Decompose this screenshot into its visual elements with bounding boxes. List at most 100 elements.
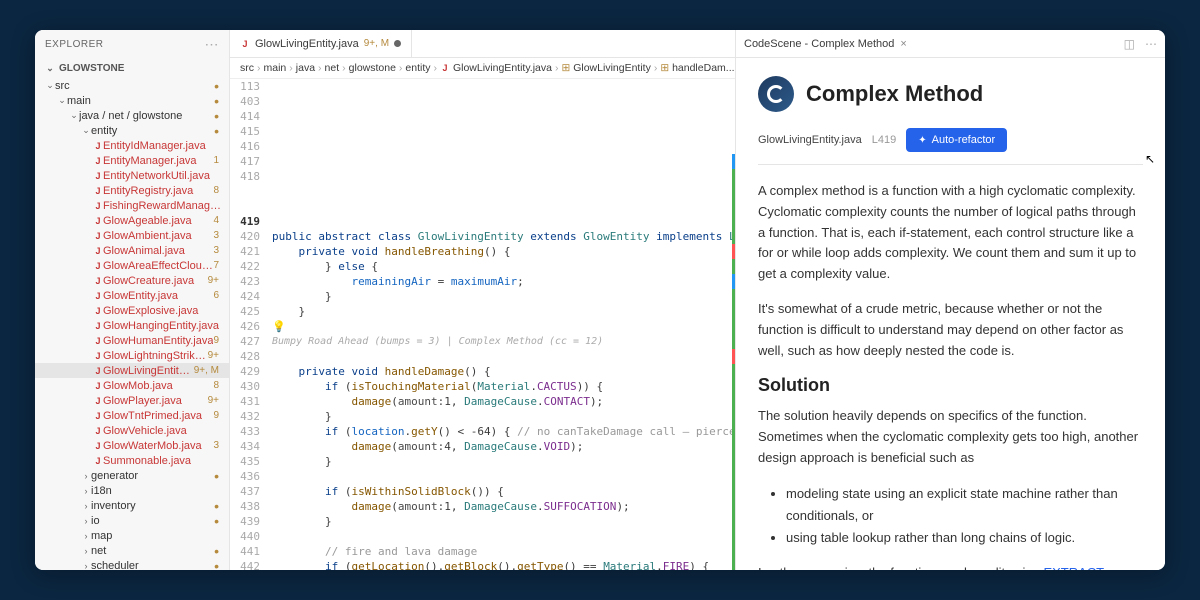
folder-item[interactable]: ›generator• xyxy=(35,468,229,483)
file-item[interactable]: JGlowHangingEntity.java xyxy=(35,318,229,333)
folder-item[interactable]: ⌄entity• xyxy=(35,123,229,138)
file-item[interactable]: JFishingRewardManager.java xyxy=(35,198,229,213)
code-line[interactable]: damage(amount:1, DamageCause.CONTACT); xyxy=(268,394,735,409)
breadcrumb[interactable]: src›main›java›net›glowstone›entity›J Glo… xyxy=(230,58,735,79)
code-line[interactable]: if (location.getY() < -64) { // no canTa… xyxy=(268,424,735,439)
tree-label: GlowExplosive.java xyxy=(103,305,223,317)
code-line[interactable] xyxy=(268,469,735,484)
file-item[interactable]: JGlowHumanEntity.java9 xyxy=(35,333,229,348)
folder-item[interactable]: ›map xyxy=(35,528,229,543)
code-line[interactable]: } xyxy=(268,454,735,469)
change-badge: 3 xyxy=(213,230,223,241)
chevron-icon: › xyxy=(81,531,91,541)
code-line[interactable]: damage(amount:1, DamageCause.SUFFOCATION… xyxy=(268,499,735,514)
tab-suffix: 9+, M xyxy=(364,38,389,49)
code-line[interactable]: 💡 xyxy=(268,319,735,334)
code-line[interactable]: damage(amount:4, DamageCause.VOID); xyxy=(268,439,735,454)
folder-item[interactable]: ›net• xyxy=(35,543,229,558)
auto-refactor-button[interactable]: ✦ Auto-refactor xyxy=(906,128,1007,152)
file-item[interactable]: JSummonable.java xyxy=(35,453,229,468)
tree-label: java / net / glowstone xyxy=(79,110,214,122)
sparkle-icon: ✦ xyxy=(918,135,926,146)
change-badge: 9 xyxy=(213,335,223,346)
panel-tab[interactable]: CodeScene - Complex Method × xyxy=(744,38,907,50)
file-item[interactable]: JGlowMob.java8 xyxy=(35,378,229,393)
file-item[interactable]: JGlowAmbient.java3 xyxy=(35,228,229,243)
editor-tab-bar: J GlowLivingEntity.java 9+, M xyxy=(230,30,735,58)
file-item[interactable]: JGlowEntity.java6 xyxy=(35,288,229,303)
tree-label: entity xyxy=(91,125,214,137)
code-line[interactable]: public abstract class GlowLivingEntity e… xyxy=(268,229,735,244)
tree-label: GlowHumanEntity.java xyxy=(103,335,213,347)
code-line[interactable]: } xyxy=(268,304,735,319)
file-item[interactable]: JGlowTntPrimed.java9 xyxy=(35,408,229,423)
columns-icon[interactable]: ◫ xyxy=(1124,37,1135,51)
breadcrumb-segment[interactable]: GlowLivingEntity xyxy=(573,62,651,74)
java-file-icon: J xyxy=(93,261,103,271)
file-item[interactable]: JEntityIdManager.java xyxy=(35,138,229,153)
breadcrumb-segment[interactable]: glowstone xyxy=(349,62,396,74)
folder-item[interactable]: ›io• xyxy=(35,513,229,528)
file-item[interactable]: JGlowVehicle.java xyxy=(35,423,229,438)
close-icon[interactable]: × xyxy=(900,38,906,50)
breadcrumb-segment[interactable]: java xyxy=(296,62,315,74)
breadcrumb-segment[interactable]: net xyxy=(325,62,340,74)
breadcrumb-segment[interactable]: src xyxy=(240,62,254,74)
folder-item[interactable]: ›inventory• xyxy=(35,498,229,513)
file-item[interactable]: JEntityRegistry.java8 xyxy=(35,183,229,198)
tree-label: main xyxy=(67,95,214,107)
explorer-more-icon[interactable]: ⋯ xyxy=(205,36,220,53)
file-item[interactable]: JGlowPlayer.java9+ xyxy=(35,393,229,408)
panel-more-icon[interactable]: ⋯ xyxy=(1145,37,1157,51)
chevron-icon: › xyxy=(81,516,91,526)
java-file-icon: J xyxy=(93,201,103,211)
tree-label: EntityIdManager.java xyxy=(103,140,223,152)
code-line[interactable]: if (isTouchingMaterial(Material.CACTUS))… xyxy=(268,379,735,394)
code-line[interactable]: private void handleDamage() { xyxy=(268,364,735,379)
file-item[interactable]: JGlowAgeable.java4 xyxy=(35,213,229,228)
file-item[interactable]: JGlowAreaEffectCloud.java7 xyxy=(35,258,229,273)
file-item[interactable]: JEntityNetworkUtil.java xyxy=(35,168,229,183)
file-item[interactable]: JGlowLightningStrike.java9+ xyxy=(35,348,229,363)
chevron-icon: › xyxy=(81,501,91,511)
code-line[interactable]: // fire and lava damage xyxy=(268,544,735,559)
java-file-icon: J xyxy=(93,426,103,436)
code-line[interactable]: remainingAir = maximumAir; xyxy=(268,274,735,289)
file-item[interactable]: JEntityManager.java1 xyxy=(35,153,229,168)
breadcrumb-segment[interactable]: main xyxy=(264,62,287,74)
code-line[interactable]: private void handleBreathing() { xyxy=(268,244,735,259)
bullet-item: modeling state using an explicit state m… xyxy=(786,483,1143,527)
tree-label: Summonable.java xyxy=(103,455,223,467)
editor-tab[interactable]: J GlowLivingEntity.java 9+, M xyxy=(230,30,412,57)
code-content[interactable]: public abstract class GlowLivingEntity e… xyxy=(268,79,735,570)
folder-item[interactable]: ›i18n xyxy=(35,483,229,498)
code-line[interactable]: } else { xyxy=(268,259,735,274)
tree-label: GlowTntPrimed.java xyxy=(103,410,213,422)
breadcrumb-segment[interactable]: entity xyxy=(405,62,430,74)
code-line[interactable] xyxy=(268,349,735,364)
project-root[interactable]: ⌄ GLOWSTONE xyxy=(35,59,229,78)
folder-item[interactable]: ⌄main• xyxy=(35,93,229,108)
solution-heading: Solution xyxy=(758,375,1143,396)
codescene-panel: CodeScene - Complex Method × ◫ ⋯ Complex… xyxy=(735,30,1165,570)
folder-item[interactable]: ›scheduler• xyxy=(35,558,229,570)
breadcrumb-segment[interactable]: handleDam... xyxy=(672,62,734,74)
breadcrumb-segment[interactable]: GlowLivingEntity.java xyxy=(453,62,552,74)
code-line[interactable]: if (getLocation().getBlock().getType() =… xyxy=(268,559,735,570)
folder-item[interactable]: ⌄java / net / glowstone• xyxy=(35,108,229,123)
file-item[interactable]: JGlowCreature.java9+ xyxy=(35,273,229,288)
file-item[interactable]: JGlowAnimal.java3 xyxy=(35,243,229,258)
file-item[interactable]: JGlowWaterMob.java3 xyxy=(35,438,229,453)
file-item[interactable]: JGlowLivingEntity.java9+, M xyxy=(35,363,229,378)
symbol-icon: ⊞ xyxy=(561,62,570,74)
code-line[interactable]: } xyxy=(268,409,735,424)
code-line[interactable]: } xyxy=(268,289,735,304)
code-line[interactable]: } xyxy=(268,514,735,529)
java-file-icon: J xyxy=(93,216,103,226)
folder-item[interactable]: ⌄src• xyxy=(35,78,229,93)
code-line[interactable]: if (isWithinSolidBlock()) { xyxy=(268,484,735,499)
code-line[interactable] xyxy=(268,529,735,544)
tree-label: GlowAreaEffectCloud.java xyxy=(103,260,213,272)
code-area[interactable]: 1134034144154164174184194204214224234244… xyxy=(230,79,735,570)
file-item[interactable]: JGlowExplosive.java xyxy=(35,303,229,318)
